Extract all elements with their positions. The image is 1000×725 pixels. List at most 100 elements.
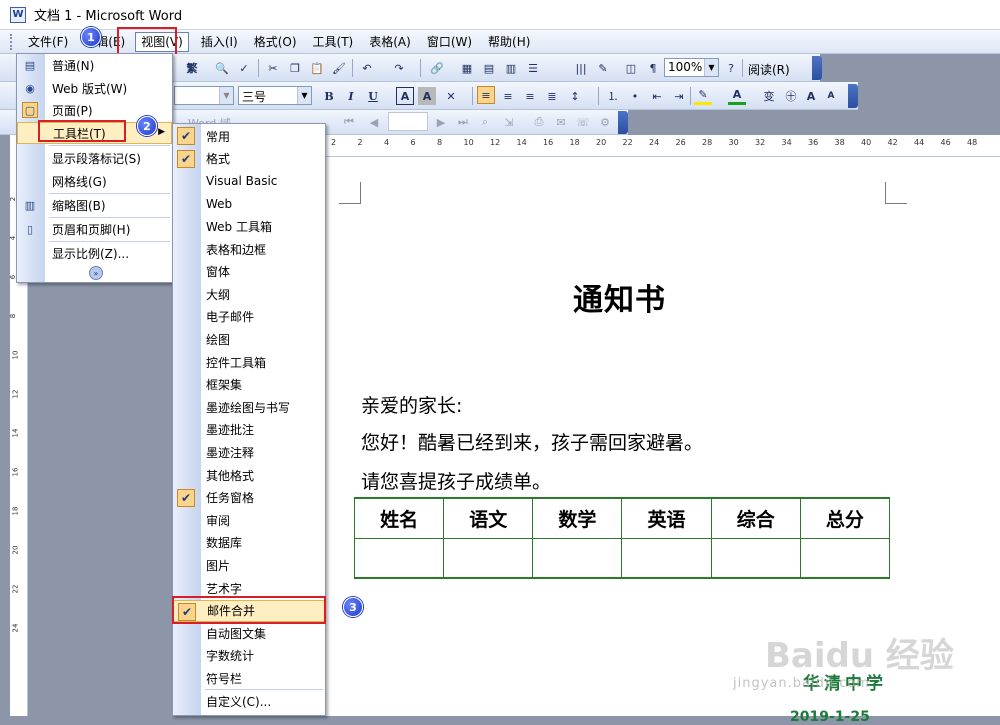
menu-item-show-marks[interactable]: 显示段落标记(S) (17, 147, 172, 169)
toolbar-menu-item[interactable]: 框架集 (173, 374, 325, 396)
menu-table[interactable]: 表格(A) (363, 31, 417, 52)
horizontal-ruler[interactable]: 2 2 4 6 8 10 12 14 16 18 20 22 24 26 28 30 32 34 36 38 40 42 4… (325, 135, 1000, 157)
phonetic-guide-button[interactable]: 变 (760, 87, 778, 105)
paste-icon[interactable]: 📋 (308, 59, 326, 77)
font-size-combo[interactable]: 三号 ▼ (238, 86, 312, 105)
shrink-font-button[interactable]: A (822, 87, 840, 105)
menu-item-web-layout[interactable]: ◉ Web 版式(W) (17, 77, 172, 99)
decrease-indent-icon[interactable]: ⇤ (648, 87, 666, 105)
toolbar-menu-item[interactable]: 其他格式 (173, 464, 325, 486)
merge-other-icon[interactable]: ⚙ (596, 113, 614, 131)
chevron-down-icon[interactable]: ▼ (704, 59, 718, 76)
table-cell[interactable] (443, 538, 534, 578)
increase-indent-icon[interactable]: ⇥ (670, 87, 688, 105)
bullets-icon[interactable]: • (626, 87, 644, 105)
toolbar-menu-item[interactable]: 表格和边框 (173, 238, 325, 260)
align-center-icon[interactable]: ≡ (499, 87, 517, 105)
hyperlink-icon[interactable]: 🔗 (428, 59, 446, 77)
toolbar-menu-item[interactable]: 绘图 (173, 328, 325, 350)
toolbar-menu-item[interactable]: 审阅 (173, 509, 325, 531)
table-header-cell[interactable]: 姓名 (353, 498, 445, 539)
italic-button[interactable]: I (342, 87, 360, 105)
table-header-cell[interactable]: 综合 (710, 498, 801, 539)
menu-help[interactable]: 帮助(H) (482, 31, 536, 52)
tables-borders-icon[interactable]: ▦ (458, 59, 476, 77)
toolbar-menu-item[interactable]: 墨迹批注 (173, 419, 325, 441)
numbering-icon[interactable]: ⒈ (604, 87, 622, 105)
table-cell[interactable] (621, 538, 712, 578)
toolbar-options-icon[interactable] (848, 84, 858, 108)
cut-icon[interactable]: ✂ (264, 59, 282, 77)
menu-item-header-footer[interactable]: ▯ 页眉和页脚(H) (17, 218, 172, 240)
toolbar-grip[interactable] (10, 33, 14, 50)
chevron-double-down-icon[interactable]: » (89, 266, 103, 280)
table-cell[interactable] (353, 538, 445, 578)
toolbar-menu-item[interactable]: 图片 (173, 554, 325, 576)
toolbar-menu-item[interactable]: Visual Basic (173, 170, 325, 192)
merge-print-icon[interactable]: ⎙ (530, 113, 548, 131)
insert-excel-icon[interactable]: ▥ (502, 59, 520, 77)
last-record-icon[interactable]: ⏭ (454, 113, 472, 131)
menu-insert[interactable]: 插入(I) (195, 31, 244, 52)
font-name-combo[interactable]: ▼ (174, 86, 234, 105)
traditional-chinese-icon[interactable]: 繁 (183, 59, 201, 77)
toolbar-menu-item[interactable]: ✔ 常用 (173, 125, 325, 147)
toolbar-options-icon[interactable] (618, 111, 628, 134)
merge-doc-icon[interactable]: ⇲ (500, 113, 518, 131)
toolbar-menu-item[interactable]: 墨迹绘图与书写 (173, 396, 325, 418)
zoom-combo[interactable]: 100% ▼ (664, 58, 719, 77)
bold-button[interactable]: B (320, 87, 338, 105)
toolbar-menu-item[interactable]: 墨迹注释 (173, 441, 325, 463)
help-icon[interactable]: ? (722, 59, 740, 77)
copy-icon[interactable]: ❐ (286, 59, 304, 77)
menu-item-thumbnails[interactable]: ▥ 缩略图(B) (17, 194, 172, 216)
table-cell[interactable] (799, 538, 891, 578)
grades-table[interactable]: 姓名 语文 数学 英语 综合 总分 (353, 497, 891, 579)
align-right-icon[interactable]: ≡ (521, 87, 539, 105)
insert-table-icon[interactable]: ▤ (480, 59, 498, 77)
toolbar-menu-item[interactable]: 自定义(C)... (173, 690, 325, 712)
menu-item-zoom[interactable]: 显示比例(Z)... (17, 242, 172, 264)
research-icon[interactable]: 🔍 (213, 59, 231, 77)
merge-email-icon[interactable]: ✉ (552, 113, 570, 131)
abc-check-icon[interactable]: ✓ (235, 59, 253, 77)
toolbar-menu-item[interactable]: 窗体 (173, 261, 325, 283)
toolbar-menu-item[interactable]: 大纲 (173, 283, 325, 305)
toolbar-menu-item[interactable]: ✔ 任务窗格 (173, 487, 325, 509)
align-left-icon[interactable]: ≡ (477, 86, 495, 104)
menu-window[interactable]: 窗口(W) (421, 31, 478, 52)
table-header-cell[interactable]: 总分 (799, 498, 891, 539)
prev-record-icon[interactable]: ◀ (365, 113, 383, 131)
char-shading-button[interactable]: A (418, 87, 436, 105)
columns2-icon[interactable]: ||| (572, 59, 590, 77)
first-record-icon[interactable]: ⏮ (340, 113, 358, 131)
chevron-down-icon[interactable]: ▼ (219, 87, 233, 104)
toolbar-menu-item[interactable]: 符号栏 (173, 667, 325, 689)
toolbar-menu-item[interactable]: 数据库 (173, 532, 325, 554)
line-spacing-icon[interactable]: ↕ (566, 87, 584, 105)
drawing-icon[interactable]: ✎ (594, 59, 612, 77)
enclose-char-icon[interactable]: ㊉ (782, 87, 800, 105)
underline-button[interactable]: U (364, 87, 382, 105)
menu-item-gridlines[interactable]: 网格线(G) (17, 170, 172, 192)
menu-format[interactable]: 格式(O) (248, 31, 303, 52)
find-record-icon[interactable]: ⌕ (476, 113, 494, 131)
justify-icon[interactable]: ≣ (543, 87, 561, 105)
font-color-button[interactable]: A (728, 87, 746, 105)
table-header-cell[interactable]: 语文 (443, 498, 534, 539)
menu-file[interactable]: 文件(F) (22, 31, 74, 52)
record-input[interactable] (388, 112, 428, 131)
toolbar-menu-item[interactable]: 字数统计 (173, 645, 325, 667)
char-scale-icon[interactable]: ✕ (442, 87, 460, 105)
menu-tools[interactable]: 工具(T) (307, 31, 360, 52)
format-painter-icon[interactable]: 🖌 (330, 59, 348, 77)
next-record-icon[interactable]: ▶ (432, 113, 450, 131)
show-hide-icon[interactable]: ¶ (644, 59, 662, 77)
table-cell[interactable] (710, 538, 801, 578)
table-header-cell[interactable]: 数学 (532, 498, 623, 539)
toolbar-menu-item[interactable]: Web 工具箱 (173, 215, 325, 237)
toolbar-menu-item[interactable]: 电子邮件 (173, 306, 325, 328)
grow-font-button[interactable]: A (802, 87, 820, 105)
toolbar-menu-item[interactable]: Web (173, 193, 325, 215)
toolbar-menu-item[interactable]: 控件工具箱 (173, 351, 325, 373)
